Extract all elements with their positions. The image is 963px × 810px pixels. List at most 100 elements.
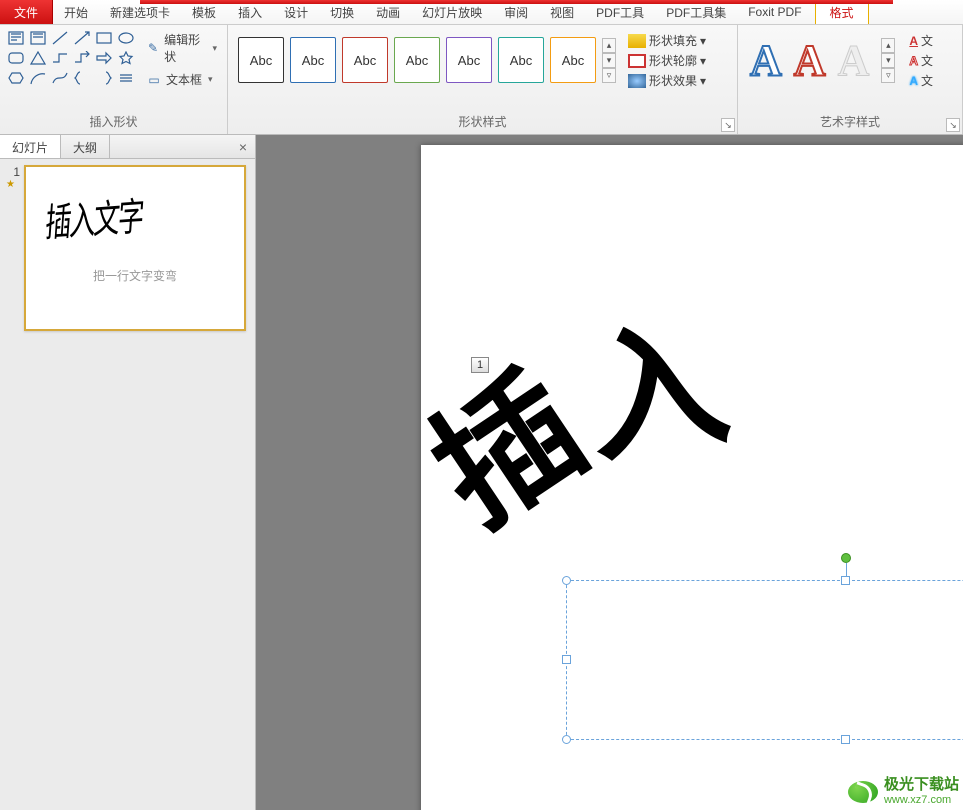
effects-icon [628,74,646,88]
slide-thumbnail[interactable]: 插入文字 把一行文字变弯 [24,165,246,331]
text-box-label: 文本框 [166,71,202,88]
gallery-down-icon[interactable]: ▾ [881,53,895,68]
side-tabs: 幻灯片 大纲 × [0,135,255,159]
style-swatch-7[interactable]: Abc [550,37,596,83]
gallery-down-icon[interactable]: ▾ [602,53,616,68]
workspace: 幻灯片 大纲 × 1 ★ 插入文字 把一行文字变弯 1 [0,135,963,810]
decorative-strip [140,0,893,4]
shape-effects-label: 形状效果 [649,72,697,89]
dropdown-icon: ▾ [208,74,213,85]
gallery-up-icon[interactable]: ▴ [602,38,616,53]
resize-handle-tl[interactable] [562,576,571,585]
style-swatch-6[interactable]: Abc [498,37,544,83]
watermark-logo-icon [848,781,878,803]
thumb-wordart: 插入文字 [44,186,145,248]
shape-curve-icon[interactable] [50,69,70,87]
shape-brace2-icon[interactable] [94,69,114,87]
gallery-up-icon[interactable]: ▴ [881,38,895,53]
shape-star-icon[interactable] [116,49,136,67]
slide-number: 1 [6,165,20,179]
resize-handle-tm[interactable] [841,576,850,585]
shape-arrow-icon[interactable] [72,29,92,47]
group-launcher-icon[interactable]: ↘ [721,118,735,132]
rotate-connector [846,563,847,577]
text-fill-icon: A [909,34,918,48]
shape-line-icon[interactable] [50,29,70,47]
style-swatch-5[interactable]: Abc [446,37,492,83]
gallery-more-icon[interactable]: ▿ [602,68,616,83]
shape-connector-icon[interactable] [50,49,70,67]
group-label-wordart: 艺术字样式 [744,111,956,132]
slide-canvas[interactable]: 1 插入 把一行文 [256,135,963,810]
shape-blockarrow-icon[interactable] [94,49,114,67]
tab-file[interactable]: 文件 [0,0,53,24]
wordart-style-1[interactable]: A [750,35,782,86]
watermark: 极光下载站 www.xz7.com [848,777,959,806]
shape-hexagon-icon[interactable] [6,69,26,87]
text-box-icon: ▭ [146,72,162,88]
shape-roundrect-icon[interactable] [6,49,26,67]
outline-icon [628,54,646,68]
shape-style-gallery[interactable]: Abc Abc Abc Abc Abc Abc Abc ▴ ▾ ▿ [234,29,620,91]
group-wordart-styles: A A A ▴ ▾ ▿ A 文 A 文 A [738,25,963,134]
shape-arc-icon[interactable] [28,69,48,87]
text-box-button[interactable]: ▭ 文本框 ▾ [142,69,221,90]
slide-panel: 幻灯片 大纲 × 1 ★ 插入文字 把一行文字变弯 [0,135,256,810]
group-shape-styles: Abc Abc Abc Abc Abc Abc Abc ▴ ▾ ▿ 形状填充 ▾ [228,25,738,134]
text-outline-icon: A [909,54,918,68]
wordart-scroll: ▴ ▾ ▿ [881,38,895,83]
tab-home[interactable]: 开始 [53,0,99,24]
group-label-shape-styles: 形状样式 [234,111,731,132]
group-label-insert-shapes: 插入形状 [6,111,221,132]
resize-handle-ml[interactable] [562,655,571,664]
wordart-object[interactable]: 插入 [481,355,963,535]
style-swatch-3[interactable]: Abc [342,37,388,83]
side-tab-slides[interactable]: 幻灯片 [0,135,61,158]
rotate-handle[interactable] [841,553,851,563]
wordart-gallery[interactable]: A A A ▴ ▾ ▿ [744,29,901,92]
group-launcher-icon[interactable]: ↘ [946,118,960,132]
shapes-gallery[interactable] [6,29,136,87]
slide[interactable]: 1 插入 把一行文 [421,145,963,810]
shape-effects-button[interactable]: 形状效果 ▾ [626,71,708,90]
watermark-cn: 极光下载站 [884,777,959,794]
selected-textbox[interactable]: 把一行文 [566,580,963,740]
animation-indicator-icon: ★ [6,179,20,190]
shape-rect-icon[interactable] [94,29,114,47]
edit-shape-icon: ✎ [146,40,160,56]
dropdown-icon: ▾ [700,34,706,48]
text-effects-button[interactable]: A 文 [907,71,935,90]
dropdown-icon: ▾ [700,54,706,68]
watermark-en: www.xz7.com [884,794,959,806]
text-outline-label: 文 [921,52,933,69]
side-tab-outline[interactable]: 大纲 [61,135,110,158]
resize-handle-bl[interactable] [562,735,571,744]
shape-fill-label: 形状填充 [649,32,697,49]
shape-textbox-icon[interactable] [6,29,26,47]
shape-fill-button[interactable]: 形状填充 ▾ [626,31,708,50]
shape-connector2-icon[interactable] [72,49,92,67]
close-icon[interactable]: × [231,135,255,158]
style-swatch-1[interactable]: Abc [238,37,284,83]
dropdown-icon: ▾ [212,43,217,54]
shape-more-icon[interactable] [116,69,136,87]
svg-text:插入: 插入 [406,303,738,554]
wordart-style-2[interactable]: A [794,35,826,86]
shape-textbox2-icon[interactable] [28,29,48,47]
text-effects-label: 文 [921,72,933,89]
text-fill-label: 文 [921,32,933,49]
style-swatch-4[interactable]: Abc [394,37,440,83]
text-outline-button[interactable]: A 文 [907,51,935,70]
shape-brace-icon[interactable] [72,69,92,87]
gallery-more-icon[interactable]: ▿ [881,68,895,83]
shape-outline-label: 形状轮廓 [649,52,697,69]
text-fill-button[interactable]: A 文 [907,31,935,50]
shape-outline-button[interactable]: 形状轮廓 ▾ [626,51,708,70]
style-swatch-2[interactable]: Abc [290,37,336,83]
thumbnail-item[interactable]: 1 ★ 插入文字 把一行文字变弯 [6,165,249,331]
shape-oval-icon[interactable] [116,29,136,47]
resize-handle-bm[interactable] [841,735,850,744]
shape-triangle-icon[interactable] [28,49,48,67]
edit-shape-button[interactable]: ✎ 编辑形状 ▾ [142,29,221,67]
wordart-style-3[interactable]: A [838,35,870,86]
